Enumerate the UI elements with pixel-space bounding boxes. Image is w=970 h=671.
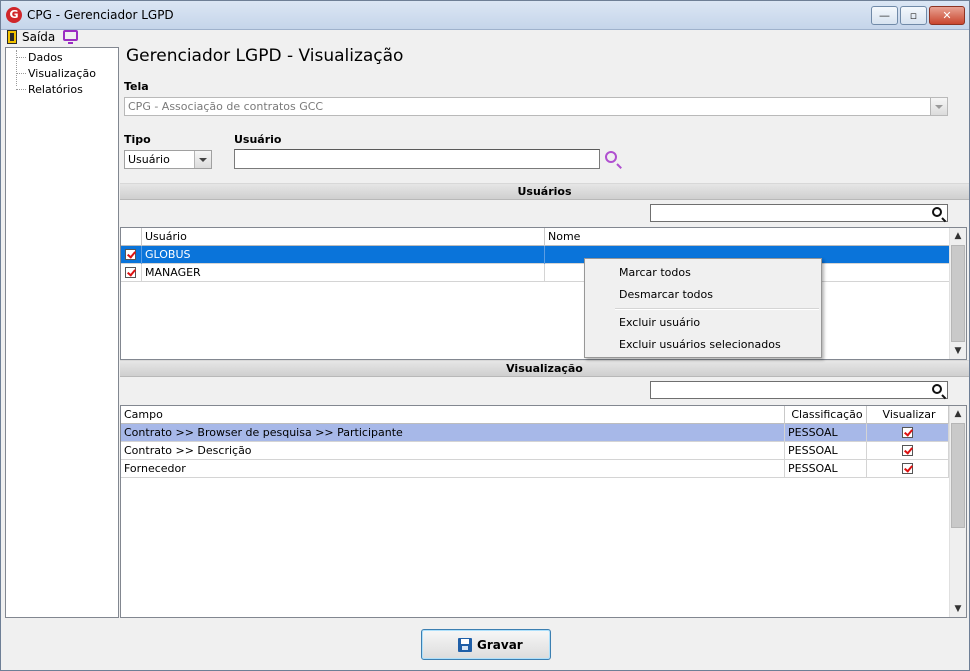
scroll-up-icon[interactable]: ▲: [950, 228, 966, 244]
search-icon[interactable]: [932, 207, 942, 217]
context-menu: Marcar todos Desmarcar todos Excluir usu…: [584, 258, 822, 358]
search-icon[interactable]: [605, 151, 617, 163]
cell-classificacao: PESSOAL: [785, 424, 867, 442]
scroll-down-icon[interactable]: ▼: [950, 601, 966, 617]
cell-visualizar: [867, 424, 949, 442]
cell-campo: Contrato >> Descrição: [121, 442, 785, 460]
tree-item-dados[interactable]: Dados: [6, 50, 63, 65]
menu-item-excluir-selecionados[interactable]: Excluir usuários selecionados: [587, 334, 819, 356]
exit-door-icon[interactable]: [7, 30, 17, 44]
usuario-label: Usuário: [234, 133, 282, 146]
table-row[interactable]: GLOBUS: [121, 246, 950, 264]
visualizar-checkbox[interactable]: [902, 445, 913, 456]
tipo-select[interactable]: Usuário: [124, 150, 212, 169]
visualizar-checkbox[interactable]: [902, 427, 913, 438]
cell-campo: Fornecedor: [121, 460, 785, 478]
scroll-down-icon[interactable]: ▼: [950, 343, 966, 359]
visualizacao-grid-header: Campo Classificação Visualizar: [121, 406, 950, 424]
visualizacao-scrollbar[interactable]: ▲ ▼: [949, 406, 966, 617]
navigation-tree: Dados Visualização Relatórios: [5, 47, 119, 618]
table-row[interactable]: Contrato >> Descrição PESSOAL: [121, 442, 950, 460]
toolbar: Saída: [1, 30, 969, 46]
cell-visualizar: [867, 460, 949, 478]
visualizar-checkbox[interactable]: [902, 463, 913, 474]
cell-classificacao: PESSOAL: [785, 442, 867, 460]
visualizacao-filter-input[interactable]: [650, 381, 948, 399]
column-header-nome[interactable]: Nome: [545, 228, 950, 246]
tela-label: Tela: [124, 80, 149, 93]
floppy-disk-icon: [458, 638, 472, 652]
tela-select-value: CPG - Associação de contratos GCC: [128, 100, 324, 113]
usuarios-grid-header: Usuário Nome: [121, 228, 950, 246]
save-button-label: Gravar: [477, 638, 523, 652]
cell-usuario: MANAGER: [142, 264, 545, 282]
chevron-down-icon[interactable]: [194, 151, 211, 168]
cell-campo: Contrato >> Browser de pesquisa >> Parti…: [121, 424, 785, 442]
column-header-visualizar[interactable]: Visualizar: [867, 406, 949, 424]
row-checkbox[interactable]: [125, 267, 136, 278]
title-bar: G CPG - Gerenciador LGPD — ▫ ✕: [1, 1, 969, 30]
column-header-classificacao[interactable]: Classificação: [785, 406, 867, 424]
tree-item-visualizacao[interactable]: Visualização: [6, 66, 96, 81]
visualizacao-section-header: Visualização: [120, 360, 969, 377]
usuarios-scrollbar[interactable]: ▲ ▼: [949, 228, 966, 359]
usuarios-grid: Usuário Nome GLOBUS MANAGER ▲ ▼: [120, 227, 967, 360]
app-window: G CPG - Gerenciador LGPD — ▫ ✕ Saída Dad…: [0, 0, 970, 671]
tipo-select-value: Usuário: [128, 153, 170, 166]
usuario-input[interactable]: [234, 149, 600, 169]
monitor-icon[interactable]: [63, 30, 78, 44]
row-checkbox-cell: [121, 264, 142, 282]
maximize-button[interactable]: ▫: [900, 6, 927, 25]
row-checkbox[interactable]: [125, 249, 136, 260]
cell-usuario: GLOBUS: [142, 246, 545, 264]
minimize-button[interactable]: —: [871, 6, 898, 25]
close-button[interactable]: ✕: [929, 6, 965, 25]
column-header-campo[interactable]: Campo: [121, 406, 785, 424]
scroll-thumb[interactable]: [951, 245, 965, 342]
save-button[interactable]: Gravar: [421, 629, 551, 660]
tela-select[interactable]: CPG - Associação de contratos GCC: [124, 97, 948, 116]
checkbox-column-header: [121, 228, 142, 246]
exit-button-label[interactable]: Saída: [22, 30, 55, 44]
scroll-up-icon[interactable]: ▲: [950, 406, 966, 422]
usuarios-section-header: Usuários: [120, 183, 969, 200]
table-row[interactable]: Contrato >> Browser de pesquisa >> Parti…: [121, 424, 950, 442]
menu-item-excluir-usuario[interactable]: Excluir usuário: [587, 312, 819, 334]
menu-item-desmarcar-todos[interactable]: Desmarcar todos: [587, 284, 819, 306]
column-header-usuario[interactable]: Usuário: [142, 228, 545, 246]
tipo-label: Tipo: [124, 133, 151, 146]
usuarios-filter-input[interactable]: [650, 204, 948, 222]
menu-separator: [615, 308, 819, 310]
scroll-thumb[interactable]: [951, 423, 965, 528]
window-title: CPG - Gerenciador LGPD: [27, 8, 174, 22]
tree-item-relatorios[interactable]: Relatórios: [6, 82, 83, 97]
search-icon[interactable]: [932, 384, 942, 394]
chevron-down-icon[interactable]: [930, 98, 947, 115]
cell-visualizar: [867, 442, 949, 460]
table-row[interactable]: MANAGER: [121, 264, 950, 282]
page-title: Gerenciador LGPD - Visualização: [126, 46, 404, 66]
cell-classificacao: PESSOAL: [785, 460, 867, 478]
menu-item-marcar-todos[interactable]: Marcar todos: [587, 262, 819, 284]
row-checkbox-cell: [121, 246, 142, 264]
app-logo-icon: G: [6, 7, 22, 23]
visualizacao-grid: Campo Classificação Visualizar Contrato …: [120, 405, 967, 618]
table-row[interactable]: Fornecedor PESSOAL: [121, 460, 950, 478]
